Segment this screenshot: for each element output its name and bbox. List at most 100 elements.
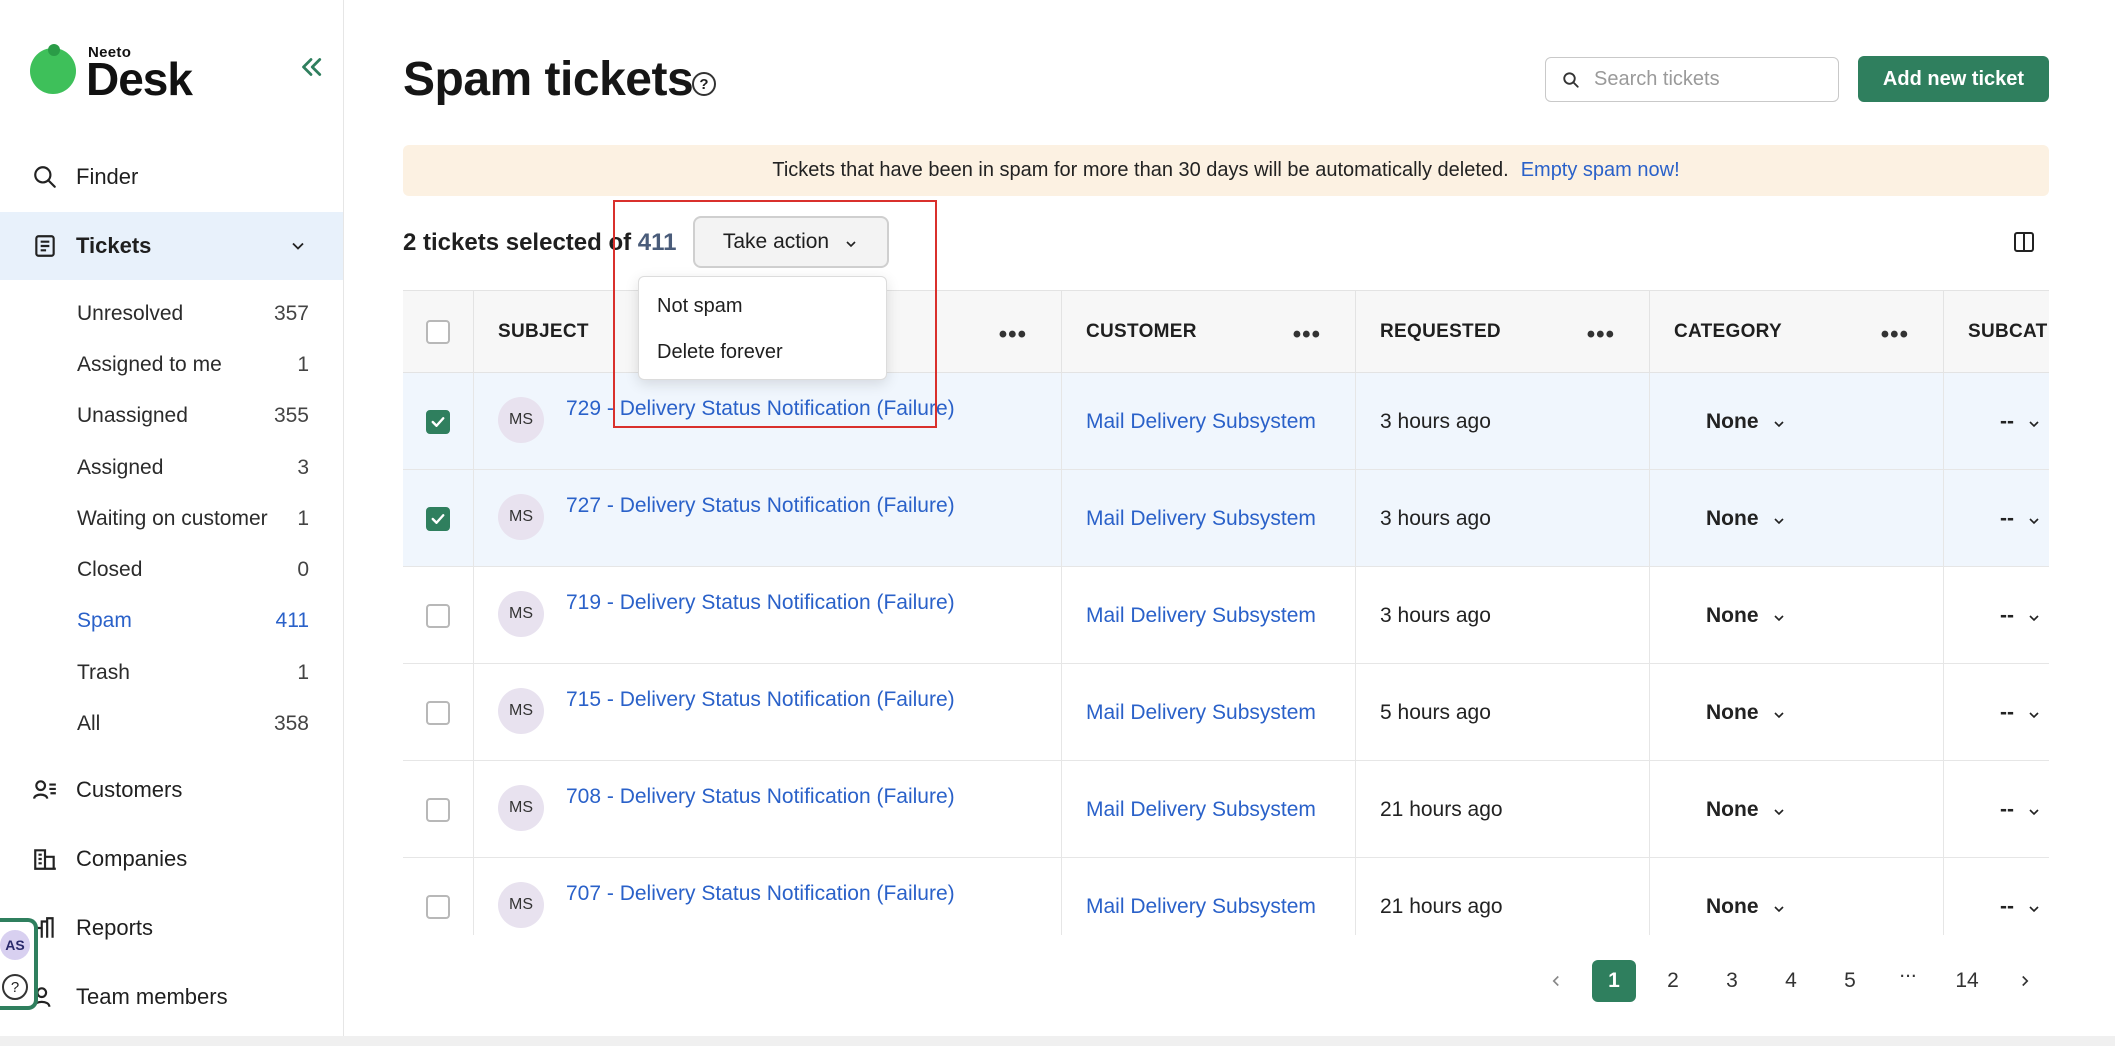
ticket-view-waiting-on-customer[interactable]: Waiting on customer 1	[77, 497, 309, 541]
menu-item-delete-forever[interactable]: Delete forever	[639, 329, 886, 375]
column-layout-icon[interactable]	[2012, 230, 2036, 254]
ticket-view-closed[interactable]: Closed 0	[77, 548, 309, 592]
subcategory-dropdown[interactable]: --	[1944, 567, 2049, 664]
page-button-1[interactable]: 1	[1592, 960, 1636, 1002]
more-options-icon[interactable]: •••	[1881, 321, 1909, 349]
search-input[interactable]	[1594, 68, 1824, 91]
column-requested[interactable]: REQUESTED •••	[1356, 291, 1650, 373]
category-dropdown[interactable]: None	[1650, 761, 1944, 858]
row-checkbox[interactable]	[426, 409, 450, 434]
add-new-ticket-button[interactable]: Add new ticket	[1858, 56, 2049, 102]
column-subcategory[interactable]: SUBCAT	[1944, 291, 2049, 373]
ticket-view-unassigned[interactable]: Unassigned 355	[77, 394, 309, 438]
app-logo[interactable]: Neeto Desk	[30, 42, 230, 105]
menu-item-not-spam[interactable]: Not spam	[639, 283, 886, 329]
table-row[interactable]: MS 715 - Delivery Status Notification (Fa…	[403, 664, 2049, 761]
subcategory-dropdown[interactable]: --	[1944, 858, 2049, 935]
ticket-view-assigned[interactable]: Assigned 3	[77, 446, 309, 490]
page-button-3[interactable]: 3	[1710, 960, 1754, 1002]
row-checkbox[interactable]	[426, 506, 450, 531]
customer-link[interactable]: Mail Delivery Subsystem	[1086, 895, 1316, 919]
ticket-view-all[interactable]: All 358	[77, 702, 309, 746]
empty-spam-link[interactable]: Empty spam now!	[1521, 159, 1680, 182]
chevron-down-icon	[2026, 414, 2042, 430]
ticket-view-unresolved[interactable]: Unresolved 357	[77, 292, 309, 336]
sidebar-item-companies[interactable]: Companies	[0, 825, 343, 893]
ticket-subject-link[interactable]: 707 - Delivery Status Notification (Fail…	[566, 882, 955, 906]
subcategory-dropdown[interactable]: --	[1944, 664, 2049, 761]
selection-summary: 2 tickets selected of 411	[403, 229, 677, 257]
collapse-sidebar-icon[interactable]	[296, 52, 326, 82]
customer-link[interactable]: Mail Delivery Subsystem	[1086, 410, 1316, 434]
customer-link[interactable]: Mail Delivery Subsystem	[1086, 701, 1316, 725]
customer-cell: Mail Delivery Subsystem	[1062, 761, 1356, 858]
more-options-icon[interactable]: •••	[1587, 321, 1615, 349]
category-dropdown[interactable]: None	[1650, 858, 1944, 935]
ticket-view-label: Closed	[77, 558, 143, 581]
category-dropdown[interactable]: None	[1650, 567, 1944, 664]
page-button-2[interactable]: 2	[1651, 960, 1695, 1002]
sidebar-item-customers[interactable]: Customers	[0, 756, 343, 824]
category-dropdown[interactable]: None	[1650, 470, 1944, 567]
more-options-icon[interactable]: •••	[1293, 321, 1321, 349]
ticket-view-trash[interactable]: Trash 1	[77, 651, 309, 695]
take-action-button[interactable]: Take action	[693, 216, 889, 268]
row-checkbox[interactable]	[426, 700, 450, 725]
selection-total: 411	[637, 229, 677, 256]
help-icon[interactable]: ?	[2, 974, 28, 1000]
table-row[interactable]: MS 727 - Delivery Status Notification (Fa…	[403, 470, 2049, 567]
subcategory-dropdown[interactable]: --	[1944, 470, 2049, 567]
customer-link[interactable]: Mail Delivery Subsystem	[1086, 798, 1316, 822]
column-category[interactable]: CATEGORY •••	[1650, 291, 1944, 373]
customer-link[interactable]: Mail Delivery Subsystem	[1086, 604, 1316, 628]
column-customer[interactable]: CUSTOMER •••	[1062, 291, 1356, 373]
ticket-view-spam[interactable]: Spam 411	[77, 599, 309, 643]
page-button-5[interactable]: 5	[1828, 960, 1872, 1002]
table-row[interactable]: MS 719 - Delivery Status Notification (Fa…	[403, 567, 2049, 664]
table-row[interactable]: MS 729 - Delivery Status Notification (Fa…	[403, 373, 2049, 470]
sidebar-item-tickets[interactable]: Tickets	[0, 212, 343, 280]
row-select-cell	[403, 761, 474, 858]
table-row[interactable]: MS 708 - Delivery Status Notification (Fa…	[403, 761, 2049, 858]
user-avatar[interactable]: AS	[0, 930, 30, 960]
ticket-view-count: 1	[297, 353, 309, 376]
category-dropdown[interactable]: None	[1650, 664, 1944, 761]
ticket-subject-link[interactable]: 708 - Delivery Status Notification (Fail…	[566, 785, 955, 809]
row-checkbox[interactable]	[426, 797, 450, 822]
select-all-checkbox[interactable]	[426, 320, 450, 344]
column-label: SUBCAT	[1968, 321, 2048, 342]
category-dropdown[interactable]: None	[1650, 373, 1944, 470]
column-label: CATEGORY	[1674, 321, 1782, 342]
chevron-down-icon[interactable]	[288, 236, 308, 256]
ticket-subject-link[interactable]: 719 - Delivery Status Notification (Fail…	[566, 591, 955, 615]
row-checkbox[interactable]	[426, 603, 450, 628]
subcategory-dropdown[interactable]: --	[1944, 761, 2049, 858]
ticket-view-label: Assigned to me	[77, 353, 222, 376]
next-page-icon[interactable]	[2003, 960, 2047, 1002]
previous-page-icon[interactable]	[1534, 960, 1578, 1002]
customer-link[interactable]: Mail Delivery Subsystem	[1086, 507, 1316, 531]
help-icon[interactable]: ?	[692, 72, 716, 96]
more-options-icon[interactable]: •••	[999, 321, 1027, 349]
page-button-4[interactable]: 4	[1769, 960, 1813, 1002]
column-label: SUBJECT	[498, 321, 589, 342]
requested-cell: 3 hours ago	[1356, 373, 1650, 470]
logo-mark	[30, 44, 76, 94]
ticket-subject-link[interactable]: 727 - Delivery Status Notification (Fail…	[566, 494, 955, 518]
ticket-view-assigned-to-me[interactable]: Assigned to me 1	[77, 343, 309, 387]
row-select-cell	[403, 567, 474, 664]
row-checkbox[interactable]	[426, 894, 450, 919]
sidebar-item-finder[interactable]: Finder	[0, 143, 343, 211]
table-row[interactable]: MS 707 - Delivery Status Notification (Fa…	[403, 858, 2049, 935]
requested-cell: 3 hours ago	[1356, 470, 1650, 567]
sidebar-item-reports[interactable]: Reports	[0, 894, 343, 962]
page-button-14[interactable]: 14	[1945, 960, 1989, 1002]
subcategory-value: --	[2000, 603, 2014, 627]
sidebar-item-team-members[interactable]: Team members	[0, 963, 343, 1031]
ticket-subject-link[interactable]: 729 - Delivery Status Notification (Fail…	[566, 397, 955, 421]
tickets-table: SUBJECT ••• CUSTOMER ••• REQUESTED ••• C…	[403, 290, 2049, 935]
ticket-subject-link[interactable]: 715 - Delivery Status Notification (Fail…	[566, 688, 955, 712]
subcategory-dropdown[interactable]: --	[1944, 373, 2049, 470]
ticket-view-count: 0	[297, 558, 309, 581]
search-input-wrapper[interactable]	[1545, 57, 1839, 102]
